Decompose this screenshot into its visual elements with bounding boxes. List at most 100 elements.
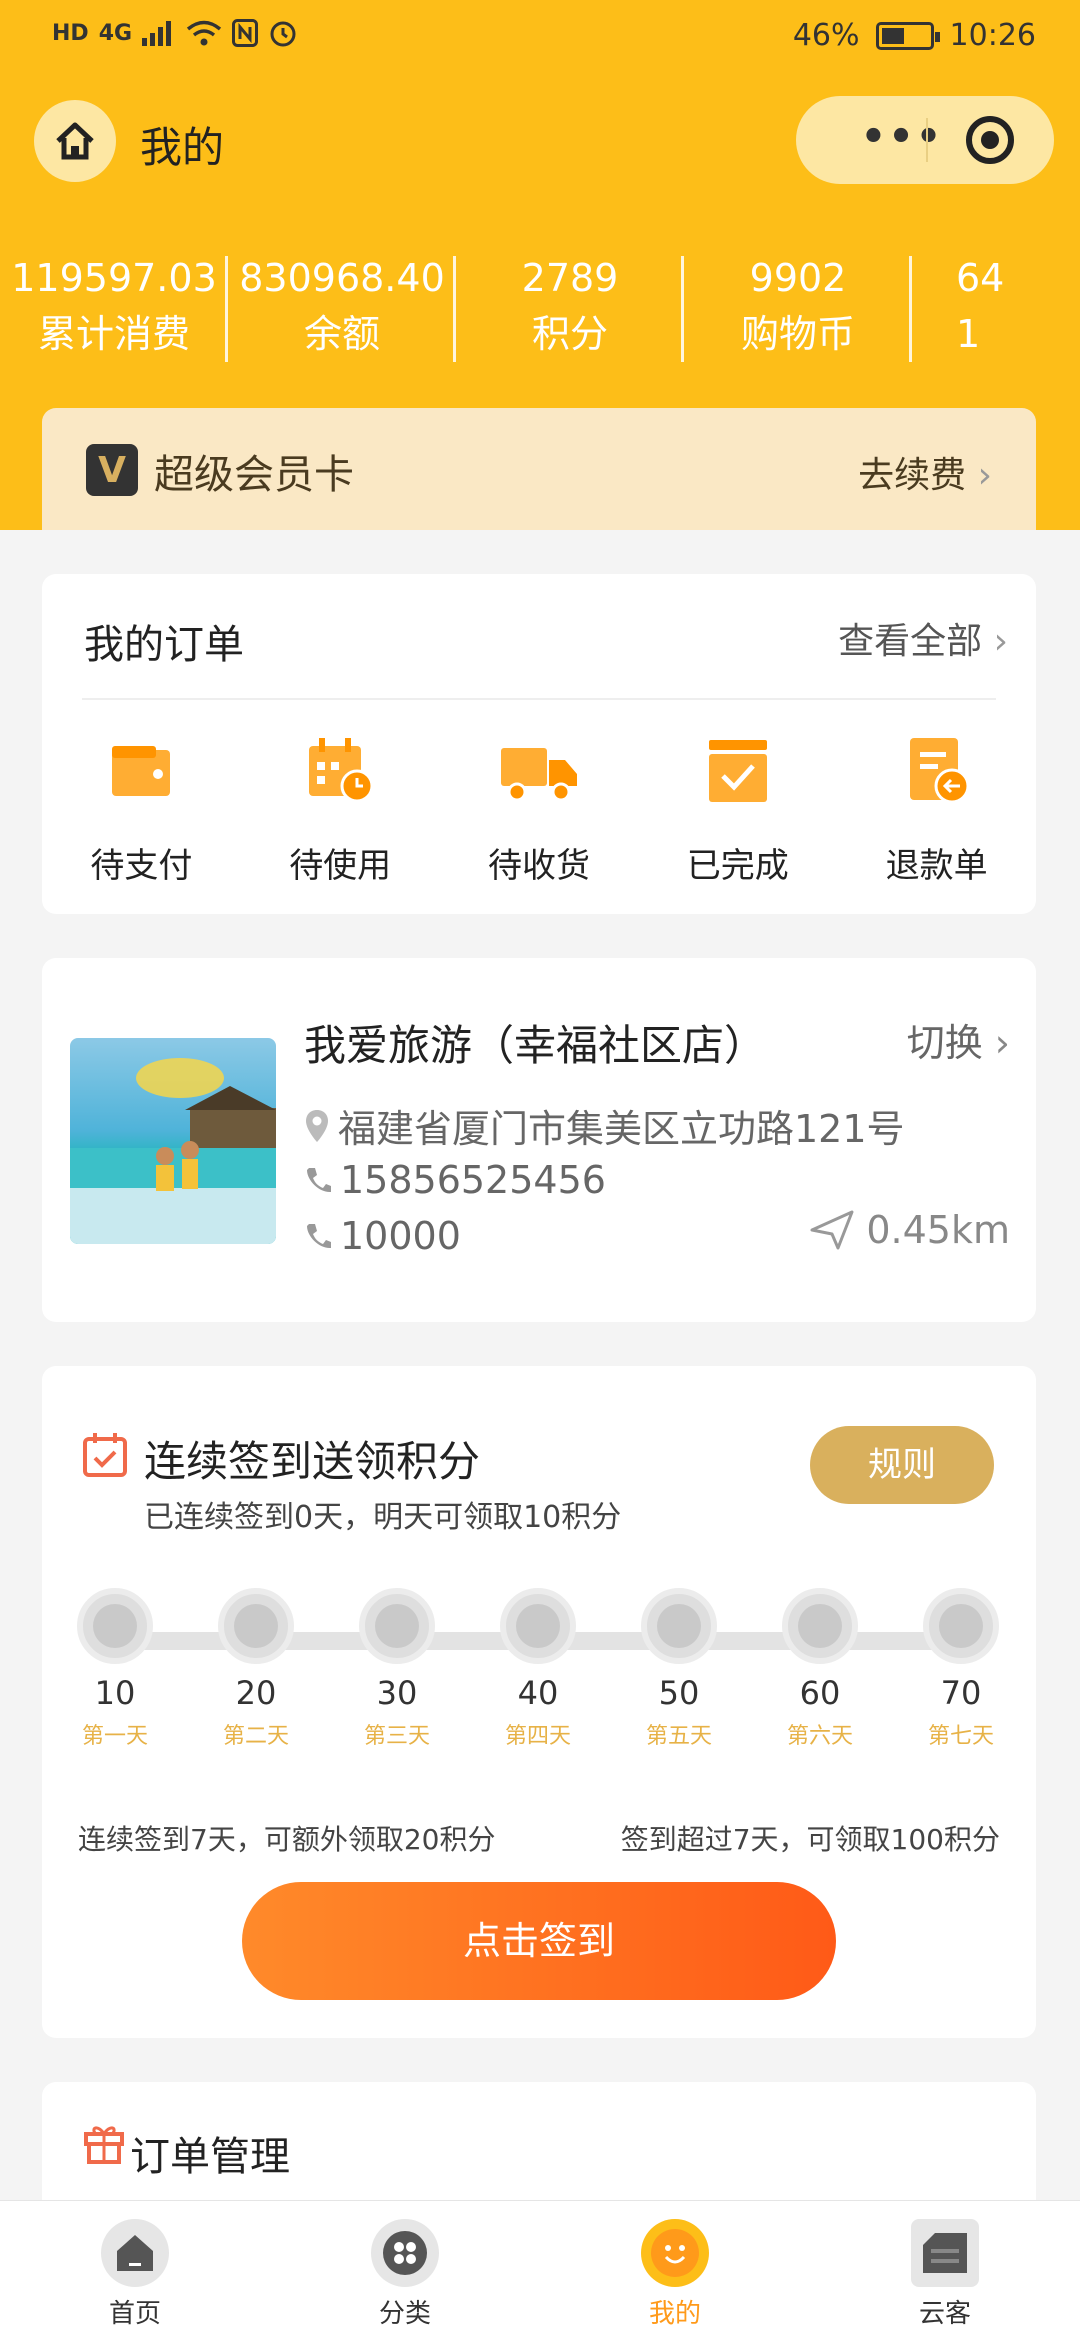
store-phone-row-2[interactable]: 10000 <box>304 1214 461 1258</box>
view-all-orders-link[interactable]: 查看全部 › <box>838 612 1008 664</box>
signin-days: 10 第一天 20 第二天 30 第三天 40 第四天 50 第五天 60 第六天 70 第七… <box>42 1588 1036 1788</box>
nav-bar: 我的 ••• <box>0 96 1080 192</box>
calendar-check-icon <box>83 1433 127 1477</box>
chevron-right-icon: › <box>994 1021 1010 1065</box>
store-phone: 10000 <box>340 1214 461 1258</box>
order-pending-payment[interactable]: 待支付 <box>42 736 241 887</box>
tab-category[interactable]: 分类 <box>270 2201 540 2340</box>
stat-balance[interactable]: 830968.40 余额 <box>228 250 456 370</box>
cloud-shop-icon <box>911 2219 979 2287</box>
store-distance[interactable]: 0.45km <box>810 1208 1010 1252</box>
wallet-icon <box>112 746 171 796</box>
signin-day: 40 第四天 <box>493 1588 583 1750</box>
day-label: 第一天 <box>81 1724 148 1749</box>
stat-points[interactable]: 2789 积分 <box>456 250 684 370</box>
day-points: 70 <box>940 1674 982 1712</box>
completed-icon <box>708 740 767 802</box>
day-points: 60 <box>799 1674 841 1712</box>
order-pending-receipt[interactable]: 待收货 <box>440 736 639 887</box>
stat-value: 119597.03 <box>11 256 217 300</box>
signin-day: 70 第七天 <box>916 1588 1006 1750</box>
order-refund[interactable]: 退款单 <box>837 736 1036 887</box>
status-right: 46% 10:26 <box>793 18 1036 53</box>
refund-icon <box>909 738 970 804</box>
stat-shopping-coins[interactable]: 9902 购物币 <box>684 250 912 370</box>
day-points: 40 <box>517 1674 559 1712</box>
signin-note-left: 连续签到7天，可额外领取20积分 <box>78 1823 496 1856</box>
store-image[interactable] <box>70 1038 276 1244</box>
store-phone: 15856525456 <box>340 1158 606 1202</box>
order-completed[interactable]: 已完成 <box>638 736 837 887</box>
store-address: 福建省厦门市集美区立功路121号 <box>338 1107 905 1151</box>
rules-button[interactable]: 规则 <box>810 1426 994 1504</box>
crown-icon <box>218 1588 294 1664</box>
stat-value: 9902 <box>749 256 847 300</box>
vip-renew-link[interactable]: 去续费 › <box>858 446 992 498</box>
vip-logo-icon: V <box>86 444 138 496</box>
truck-icon <box>500 748 577 802</box>
page-title: 我的 <box>140 123 225 172</box>
view-all-label: 查看全部 <box>838 621 983 662</box>
battery-icon <box>875 21 940 50</box>
navigation-icon <box>810 1210 854 1250</box>
day-points: 30 <box>376 1674 418 1712</box>
tab-home[interactable]: 首页 <box>0 2201 270 2340</box>
signal-icon <box>142 21 172 46</box>
stat-value: 64 <box>956 256 1005 300</box>
order-management-title: 订单管理 <box>130 2134 290 2180</box>
chevron-right-icon: › <box>977 455 992 496</box>
location-pin-icon <box>306 1109 328 1142</box>
vip-title: 超级会员卡 <box>154 452 354 498</box>
clock: 10:26 <box>949 18 1036 53</box>
switch-store-button[interactable]: 切换 › <box>907 1012 1010 1067</box>
chevron-right-icon: › <box>993 621 1008 662</box>
orders-title: 我的订单 <box>84 622 244 668</box>
phone-icon <box>307 1224 331 1249</box>
my-orders-card: 我的订单 查看全部 › 待支付 待使用 待收货 已完成 退款单 <box>42 574 1036 914</box>
stat-value: 2789 <box>521 256 619 300</box>
battery-percent: 46% <box>792 18 860 53</box>
alarm-icon <box>270 21 296 47</box>
tab-label: 首页 <box>108 2299 161 2329</box>
signin-day: 60 第六天 <box>775 1588 865 1750</box>
tab-mine[interactable]: 我的 <box>540 2201 810 2340</box>
signin-button[interactable]: 点击签到 <box>242 1882 836 2000</box>
mini-program-capsule: ••• <box>796 96 1054 184</box>
signin-day: 10 第一天 <box>70 1588 160 1750</box>
stat-label: 购物币 <box>740 312 855 356</box>
signin-day: 50 第五天 <box>634 1588 724 1750</box>
orders-divider <box>82 698 996 700</box>
vip-card-banner[interactable]: V 超级会员卡 去续费 › <box>42 408 1036 530</box>
day-label: 第三天 <box>363 1724 430 1749</box>
tab-label: 我的 <box>648 2299 701 2329</box>
day-label: 第二天 <box>222 1724 289 1749</box>
stat-total-spend[interactable]: 119597.03 累计消费 <box>0 250 228 370</box>
tab-cloud-shop[interactable]: 云客 <box>810 2201 1080 2340</box>
distance-value: 0.45km <box>866 1208 1010 1252</box>
signin-day: 30 第三天 <box>352 1588 442 1750</box>
order-pending-use[interactable]: 待使用 <box>241 736 440 887</box>
more-button[interactable]: ••• <box>832 117 972 157</box>
crown-icon <box>923 1588 999 1664</box>
stat-value: 830968.40 <box>239 256 445 300</box>
close-miniprogram-button[interactable] <box>966 116 1014 164</box>
day-label: 第五天 <box>645 1724 712 1749</box>
crown-icon <box>77 1588 153 1664</box>
account-stats: 119597.03 累计消费 830968.40 余额 2789 积分 9902… <box>0 250 1080 370</box>
day-points: 20 <box>235 1674 277 1712</box>
home-button[interactable] <box>34 100 116 182</box>
store-address-row: 福建省厦门市集美区立功路121号 <box>304 1098 905 1153</box>
store-phone-row-1[interactable]: 15856525456 <box>304 1158 606 1202</box>
gift-icon <box>84 2126 124 2164</box>
signin-title: 连续签到送领积分 <box>144 1437 481 1486</box>
status-left: HD 4G <box>52 18 298 48</box>
store-photo-illustration <box>70 1058 276 1244</box>
crown-icon <box>359 1588 435 1664</box>
status-bar: HD 4G 46% 10:26 <box>0 0 1080 76</box>
store-name: 我爱旅游（幸福社区店） <box>304 1021 767 1070</box>
signin-card: 连续签到送领积分 已连续签到0天，明天可领取10积分 规则 10 第一天 20 第二… <box>42 1366 1036 2038</box>
stat-partial[interactable]: 64 1 <box>912 250 1080 370</box>
nfc-icon <box>232 19 259 47</box>
category-icon <box>371 2219 439 2287</box>
day-points: 50 <box>658 1674 700 1712</box>
